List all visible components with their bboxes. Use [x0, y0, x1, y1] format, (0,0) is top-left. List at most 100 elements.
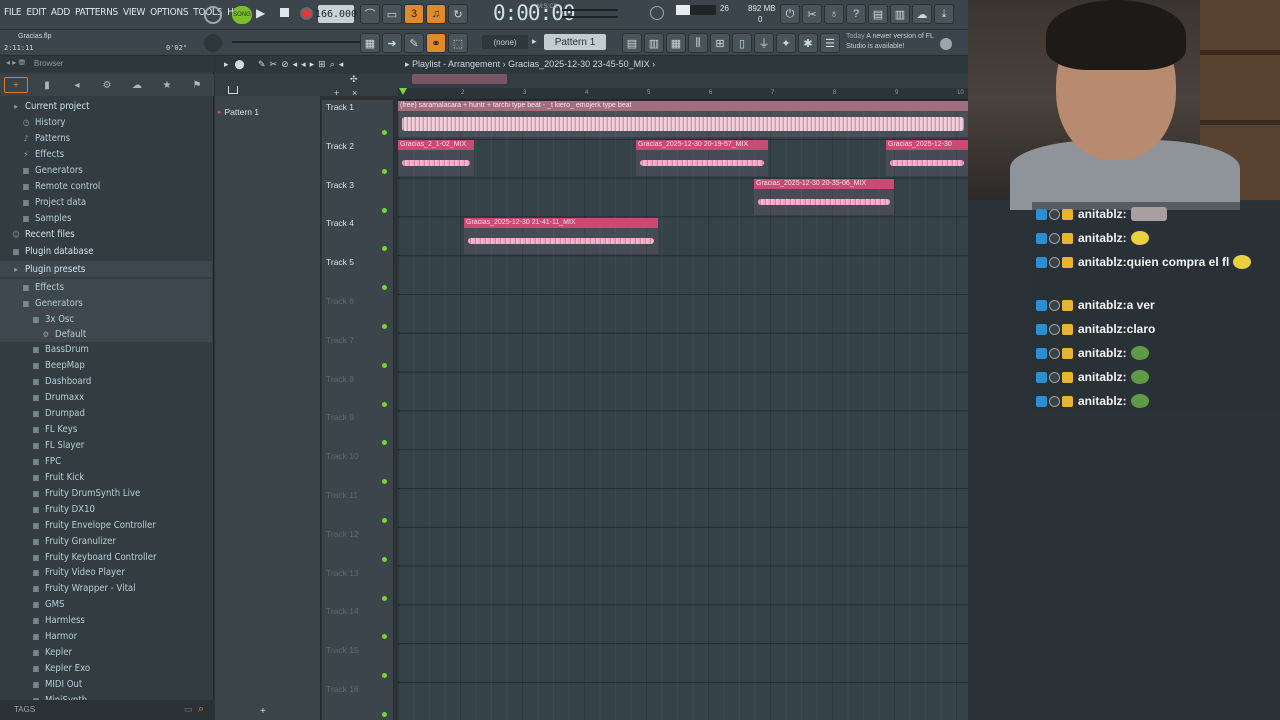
add-icon[interactable]: +: [4, 77, 28, 93]
browser-item-fruity-video-player[interactable]: ▦ Fruity Video Player: [0, 564, 212, 580]
menu-patterns[interactable]: PATTERNS: [75, 7, 118, 18]
tools-icon[interactable]: ✱: [798, 33, 818, 53]
browser-item-effects[interactable]: ▦ Effects: [0, 279, 212, 295]
stamp-icon[interactable]: ⬚: [448, 33, 468, 53]
track-enable-led[interactable]: [382, 556, 387, 562]
browser-item-beepmap[interactable]: ▦ BeepMap: [0, 357, 212, 373]
clip-track4[interactable]: Gracias_2025-12-30 21-41-11_MIX: [464, 218, 658, 254]
chat-username[interactable]: anitablz: [1078, 298, 1123, 312]
chat-icon[interactable]: ☁: [912, 4, 932, 24]
news-panel[interactable]: Today A newer version of FL Studio is av…: [846, 32, 936, 52]
midi-icon[interactable]: ▥: [890, 4, 910, 24]
piano-roll-icon[interactable]: ▥: [644, 33, 664, 53]
track-header[interactable]: Track 15: [326, 645, 359, 655]
cut-icon[interactable]: ✂: [802, 4, 822, 24]
chat-username[interactable]: anitablz: [1078, 255, 1123, 269]
browser-item-patterns[interactable]: ♪ Patterns: [0, 130, 212, 146]
track-header[interactable]: Track 3: [326, 180, 354, 190]
move-icon[interactable]: ✣: [350, 74, 358, 85]
time-display[interactable]: 0:00:00: [493, 1, 576, 25]
plugin-filter-icon[interactable]: ⚙: [100, 79, 114, 91]
browser-item-generators[interactable]: ▦ Generators: [0, 295, 212, 311]
microphone-icon[interactable]: ♁: [824, 4, 844, 24]
snap-select[interactable]: (none): [482, 35, 528, 49]
browser-item-fl-slayer[interactable]: ▦ FL Slayer: [0, 437, 212, 453]
piano-icon[interactable]: [228, 86, 238, 94]
browser-item-fruity-envelope-controller[interactable]: ▦ Fruity Envelope Controller: [0, 517, 212, 533]
browser-item-project-data[interactable]: ▦ Project data: [0, 194, 212, 210]
clip-track3[interactable]: Gracias_2025-12-30 20-35-06_MIX: [754, 179, 894, 215]
track-enable-led[interactable]: [382, 168, 387, 174]
playlist-tools-icon[interactable]: ▸⬤: [224, 59, 251, 70]
browser-item-fruit-kick[interactable]: ▦ Fruit Kick: [0, 469, 212, 485]
loop-record-icon[interactable]: ↻: [448, 4, 468, 24]
record-button[interactable]: [300, 7, 313, 20]
browser-icon[interactable]: ▯: [732, 33, 752, 53]
browser-item-plugin-presets[interactable]: ▸ Plugin presets: [0, 261, 212, 277]
master-volume-slider[interactable]: [562, 9, 618, 11]
playlist-arrow-icon[interactable]: ▸: [405, 59, 412, 69]
chat-username[interactable]: anitablz: [1078, 370, 1123, 384]
track-header[interactable]: Track 4: [326, 218, 354, 228]
playlist-icon[interactable]: ▤: [622, 33, 642, 53]
wrench-icon[interactable]: ✦: [776, 33, 796, 53]
picker-add-icon[interactable]: +: [260, 706, 266, 717]
browser-item-samples[interactable]: ▦ Samples: [0, 210, 212, 226]
chat-username[interactable]: anitablz: [1078, 346, 1123, 360]
wait-input-icon[interactable]: ▭: [382, 4, 402, 24]
news-gear-icon[interactable]: [940, 38, 952, 50]
clip-track2-a[interactable]: Gracias_2_1-02_MIX: [398, 140, 474, 176]
track-header[interactable]: Track 16: [326, 684, 359, 694]
pattern-prev-icon[interactable]: ▸: [532, 36, 537, 47]
track-enable-led[interactable]: [382, 401, 387, 407]
browser-item-fruity-granulizer[interactable]: ▦ Fruity Granulizer: [0, 533, 212, 549]
download-icon[interactable]: ⤓: [934, 4, 954, 24]
browser-item-recent-files[interactable]: ☺ Recent files: [0, 226, 212, 242]
track-header[interactable]: Track 1: [326, 102, 354, 112]
playhead-marker[interactable]: [399, 88, 407, 95]
menu-options[interactable]: OPTIONS: [150, 7, 188, 18]
browser-item-harmless[interactable]: ▦ Harmless: [0, 612, 212, 628]
browser-item-fruity-wrapper-vital[interactable]: ▦ Fruity Wrapper - Vital: [0, 580, 212, 596]
chat-username[interactable]: anitablz: [1078, 207, 1123, 221]
browser-item-generators[interactable]: ▦ Generators: [0, 162, 212, 178]
browser-item-plugin-database[interactable]: ▦ Plugin database: [0, 243, 212, 259]
browser-nav-icon[interactable]: ◂ ▸ ⛃: [6, 58, 25, 67]
track-header[interactable]: Track 11: [326, 490, 358, 500]
browser-item-harmor[interactable]: ▦ Harmor: [0, 628, 212, 644]
notes-icon[interactable]: ☰: [820, 33, 840, 53]
search-icon[interactable]: ⌕: [198, 703, 204, 716]
keyboard-icon[interactable]: ▦: [360, 33, 380, 53]
clip-track2-c[interactable]: Gracias_2025-12-30: [886, 140, 968, 176]
play-button[interactable]: ▶: [256, 6, 265, 20]
browser-item-bassdrum[interactable]: ▦ BassDrum: [0, 341, 212, 357]
hierarchy-icon[interactable]: ⊞: [710, 33, 730, 53]
track-header[interactable]: Track 12: [326, 529, 359, 539]
track-enable-led[interactable]: [382, 595, 387, 601]
track-header[interactable]: Track 8: [326, 374, 354, 384]
help-icon[interactable]: ?: [846, 4, 866, 24]
song-mode-toggle[interactable]: SONG: [232, 6, 252, 24]
tags-label[interactable]: TAGS: [14, 705, 35, 714]
countdown-icon[interactable]: 3: [404, 4, 424, 24]
browser-item-gms[interactable]: ▦ GMS: [0, 596, 212, 612]
browser-item-fl-keys[interactable]: ▦ FL Keys: [0, 421, 212, 437]
track-header[interactable]: Track 7: [326, 335, 354, 345]
track-header[interactable]: Track 2: [326, 141, 354, 151]
clip-track2-b[interactable]: Gracias_2025-12-30 20-19-57_MIX: [636, 140, 768, 176]
browser-item-midi-out[interactable]: ▦ MIDI Out: [0, 676, 212, 692]
browser-item-kepler-exo[interactable]: ▦ Kepler Exo: [0, 660, 212, 676]
chat-username[interactable]: anitablz: [1078, 231, 1123, 245]
track-header[interactable]: Track 13: [326, 568, 359, 578]
edit-tools-icon[interactable]: ✎✂⊘◂◂▸⊞⌕◂: [258, 59, 347, 70]
track-header[interactable]: Track 5: [326, 257, 354, 267]
track-enable-led[interactable]: [382, 130, 387, 135]
browser-item-history[interactable]: ◷ History: [0, 114, 212, 130]
power-icon[interactable]: ⏻: [780, 4, 800, 24]
track-header[interactable]: Track 14: [326, 606, 359, 616]
output-knob-icon[interactable]: [650, 6, 664, 20]
browser-item-drumaxx[interactable]: ▦ Drumaxx: [0, 389, 212, 405]
close-icon[interactable]: ×: [352, 88, 357, 98]
menu-add[interactable]: ADD: [51, 7, 70, 18]
tag-icon[interactable]: ⚑: [190, 79, 204, 91]
